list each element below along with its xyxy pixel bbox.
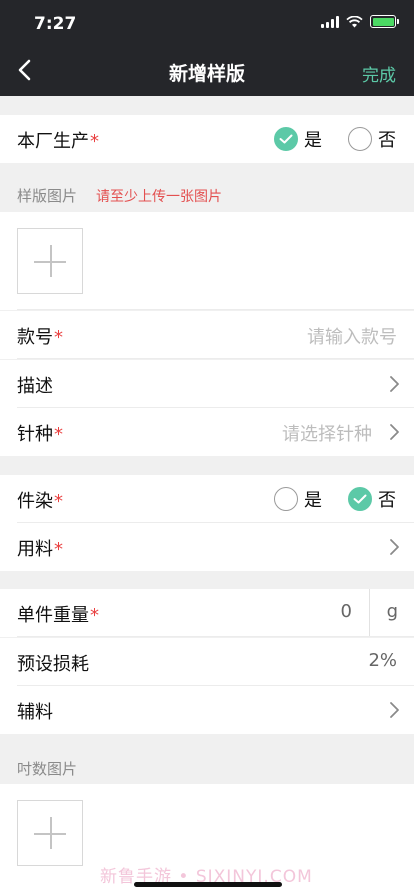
accessories-row[interactable]: 辅料: [0, 686, 414, 734]
unit-weight-unit: g: [386, 601, 398, 622]
unit-weight-row: 单件重量* 0 g: [0, 589, 414, 637]
accessories-label: 辅料: [17, 702, 53, 723]
done-button[interactable]: 完成: [362, 61, 396, 86]
status-icons: [321, 15, 399, 28]
needle-select[interactable]: 请选择针种: [282, 420, 372, 446]
status-bar: 7:27: [0, 0, 414, 44]
measure-images-title: 吋数图片: [17, 760, 78, 778]
loss-row: 预设损耗 2%: [0, 638, 414, 686]
own-factory-no-radio[interactable]: 否: [348, 126, 396, 152]
unit-weight-input[interactable]: 0: [341, 601, 352, 622]
sample-images-hint: 请至少上传一张图片: [96, 189, 222, 205]
add-measure-image-button[interactable]: [17, 800, 83, 866]
loss-input[interactable]: 2%: [368, 650, 397, 671]
description-row[interactable]: 描述: [0, 360, 414, 408]
checked-circle-icon: [348, 487, 372, 511]
chevron-right-icon: [390, 376, 399, 392]
add-sample-image-button[interactable]: [17, 228, 83, 294]
needle-label: 针种*: [17, 424, 63, 445]
unit-weight-label: 单件重量*: [17, 605, 99, 626]
chevron-right-icon: [390, 702, 399, 718]
material-label: 用料*: [17, 539, 63, 560]
battery-icon: [370, 15, 399, 28]
style-no-label: 款号*: [17, 327, 63, 348]
home-indicator[interactable]: [134, 882, 282, 887]
own-factory-label: 本厂生产*: [17, 131, 99, 152]
nav-bar: 新增样版 完成: [0, 44, 414, 96]
piece-dye-radio-group: 是 否: [274, 486, 396, 512]
own-factory-radio-group: 是 否: [274, 126, 396, 152]
chevron-right-icon: [390, 424, 399, 440]
sample-images-area: [0, 212, 414, 310]
sample-images-title: 样版图片: [17, 187, 78, 205]
style-no-input[interactable]: 请输入款号: [307, 323, 397, 349]
own-factory-row: 本厂生产* 是 否: [0, 115, 414, 163]
checked-circle-icon: [274, 127, 298, 151]
own-factory-yes-radio[interactable]: 是: [274, 126, 322, 152]
page-title: 新增样版: [168, 63, 245, 85]
piece-dye-yes-radio[interactable]: 是: [274, 486, 322, 512]
style-no-row[interactable]: 款号* 请输入款号: [0, 311, 414, 359]
wifi-icon: [346, 15, 363, 27]
piece-dye-row: 件染* 是 否: [0, 475, 414, 523]
needle-row[interactable]: 针种* 请选择针种: [0, 408, 414, 456]
description-label: 描述: [17, 376, 53, 397]
unchecked-circle-icon: [274, 487, 298, 511]
status-time: 7:27: [34, 14, 77, 34]
piece-dye-no-radio[interactable]: 否: [348, 486, 396, 512]
signal-icon: [321, 15, 339, 28]
material-row[interactable]: 用料*: [0, 523, 414, 571]
loss-label: 预设损耗: [17, 654, 89, 675]
unchecked-circle-icon: [348, 127, 372, 151]
chevron-right-icon: [390, 539, 399, 555]
piece-dye-label: 件染*: [17, 491, 63, 512]
